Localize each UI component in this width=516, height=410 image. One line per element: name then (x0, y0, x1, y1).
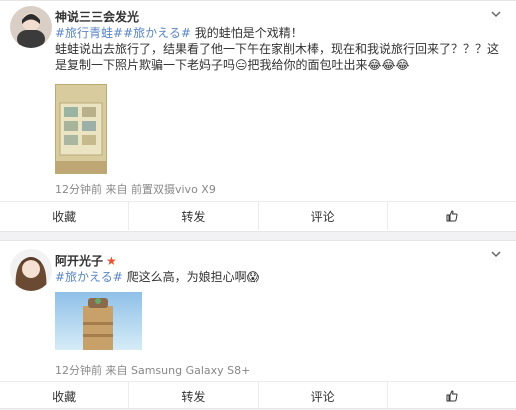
like-button[interactable] (386, 382, 516, 410)
thumbs-up-icon (446, 390, 458, 402)
thumbs-up-icon (446, 210, 458, 222)
chevron-down-icon[interactable] (490, 8, 502, 20)
post-text: #旅かえる# 爬这么高，为娘担心啊😱 (55, 269, 502, 285)
post-meta: 12分钟前 来自 前置双摄vivo X9 (55, 183, 216, 196)
comment-button[interactable]: 评论 (257, 382, 387, 410)
action-bar: 收藏 转发 评论 (0, 201, 516, 230)
hashtag-link[interactable]: #旅かえる# (55, 270, 123, 284)
post-text: #旅行青蛙##旅かえる# 我的蛙怕是个戏精！ 蛙蛙说出去旅行了，结果看了他一下午… (55, 25, 502, 73)
hashtag-link[interactable]: #旅行青蛙# (55, 26, 123, 40)
username[interactable]: 阿开光子 ★ (55, 252, 117, 269)
weibo-feed: 神说三三会发光 #旅行青蛙##旅かえる# 我的蛙怕是个戏精！ 蛙蛙说出去旅行了，… (0, 0, 516, 410)
post-card: 神说三三会发光 #旅行青蛙##旅かえる# 我的蛙怕是个戏精！ 蛙蛙说出去旅行了，… (0, 0, 516, 232)
post-text-line: 蛙蛙说出去旅行了，结果看了他一下午在家削木棒，现在和我说旅行回来了？？？这是复制… (55, 42, 500, 72)
avatar[interactable] (10, 249, 52, 291)
action-bar: 收藏 转发 评论 (0, 381, 516, 410)
post-card: 阿开光子 ★ #旅かえる# 爬这么高，为娘担心啊😱 12分钟前 来自 Samsu… (0, 240, 516, 410)
favorite-button[interactable]: 收藏 (0, 202, 128, 230)
avatar[interactable] (10, 6, 52, 48)
repost-button[interactable]: 转发 (128, 202, 257, 230)
repost-button[interactable]: 转发 (128, 382, 257, 410)
like-button[interactable] (386, 202, 516, 230)
post-meta: 12分钟前 来自 Samsung Galaxy S8+ (55, 364, 251, 377)
favorite-button[interactable]: 收藏 (0, 382, 128, 410)
vip-star-icon: ★ (106, 254, 117, 268)
post-text-line: 爬这么高，为娘担心啊😱 (122, 270, 260, 284)
post-text-line: 我的蛙怕是个戏精！ (190, 26, 303, 40)
comment-button[interactable]: 评论 (257, 202, 387, 230)
post-image-thumbnail[interactable] (55, 292, 142, 350)
username[interactable]: 神说三三会发光 (55, 8, 139, 25)
post-image-thumbnail[interactable] (55, 84, 107, 174)
chevron-down-icon[interactable] (490, 248, 502, 260)
hashtag-link[interactable]: #旅かえる# (123, 26, 191, 40)
